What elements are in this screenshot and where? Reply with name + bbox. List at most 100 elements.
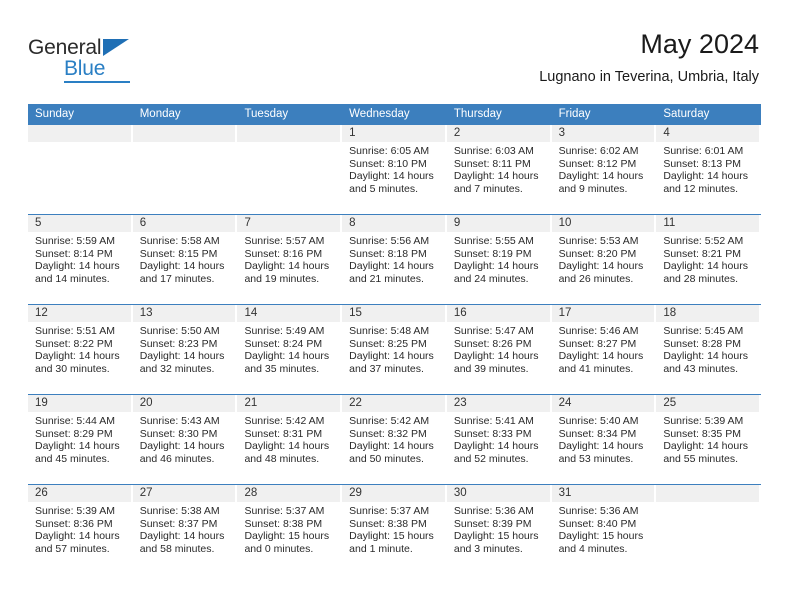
day-detail-line: Sunset: 8:23 PM — [139, 337, 218, 350]
day-detail-line: Daylight: 14 hours — [558, 440, 644, 453]
calendar-day-cell[interactable]: 3 Sunrise: 6:02 AM Sunset: 8:12 PM Daylight… — [551, 125, 657, 214]
calendar-day-cell[interactable]: 13 Sunrise: 5:50 AM Sunset: 8:23 PM Dayligh… — [132, 305, 238, 394]
day-detail-line: Daylight: 14 hours — [35, 440, 120, 453]
day-detail-line: Sunrise: 5:39 AM — [663, 415, 744, 427]
day-detail-lines: Sunrise: 6:03 AM Sunset: 8:11 PM Daylight:… — [447, 142, 550, 195]
day-detail-line: Sunset: 8:28 PM — [663, 337, 741, 350]
day-detail-line: Sunrise: 6:01 AM — [663, 145, 744, 157]
day-detail-line: Sunrise: 5:44 AM — [35, 415, 115, 427]
calendar-day-cell[interactable]: 10 Sunrise: 5:53 AM Sunset: 8:20 PM Dayligh… — [551, 215, 657, 304]
day-detail-lines: Sunrise: 5:40 AM Sunset: 8:34 PM Daylight:… — [552, 412, 655, 465]
calendar-day-cell[interactable]: 6 Sunrise: 5:58 AM Sunset: 8:15 PM Daylight… — [132, 215, 238, 304]
day-detail-lines: Sunrise: 6:05 AM Sunset: 8:10 PM Daylight:… — [342, 142, 445, 195]
day-detail-lines: Sunrise: 5:37 AM Sunset: 8:38 PM Daylight:… — [342, 502, 445, 555]
calendar-day-cell[interactable]: 31 Sunrise: 5:36 AM Sunset: 8:40 PM Dayligh… — [551, 485, 657, 574]
calendar-day-cell[interactable]: 21 Sunrise: 5:42 AM Sunset: 8:31 PM Dayligh… — [237, 395, 342, 484]
calendar-day-cell[interactable]: 9 Sunrise: 5:55 AM Sunset: 8:19 PM Daylight… — [446, 215, 552, 304]
day-detail-line: and 32 minutes. — [139, 362, 215, 375]
calendar-day-cell[interactable]: 4 Sunrise: 6:01 AM Sunset: 8:13 PM Daylight… — [656, 125, 761, 214]
calendar-day-cell[interactable]: 18 Sunrise: 5:45 AM Sunset: 8:28 PM Dayligh… — [656, 305, 761, 394]
day-detail-line: Sunrise: 5:41 AM — [453, 415, 534, 427]
day-number: 15 — [342, 305, 445, 322]
day-detail-line: Daylight: 15 hours — [453, 530, 539, 543]
calendar-day-cell[interactable]: 5 Sunrise: 5:59 AM Sunset: 8:14 PM Daylight… — [28, 215, 133, 304]
calendar-day-cell[interactable]: 17 Sunrise: 5:46 AM Sunset: 8:27 PM Dayligh… — [551, 305, 657, 394]
day-detail-line: Sunrise: 5:38 AM — [139, 505, 220, 517]
day-detail-lines: Sunrise: 5:42 AM Sunset: 8:31 PM Daylight:… — [237, 412, 340, 465]
day-number — [237, 125, 341, 142]
day-detail-line: and 46 minutes. — [139, 452, 215, 465]
calendar-week-row: 12 Sunrise: 5:51 AM Sunset: 8:22 PM Dayligh… — [28, 304, 761, 394]
calendar-day-cell[interactable]: 14 Sunrise: 5:49 AM Sunset: 8:24 PM Dayligh… — [237, 305, 342, 394]
day-detail-line: and 24 minutes. — [453, 272, 529, 285]
day-detail-line: Sunrise: 5:49 AM — [244, 325, 325, 337]
day-number: 14 — [237, 305, 341, 322]
day-detail-line: and 57 minutes. — [35, 542, 110, 555]
logo-underline — [64, 81, 130, 83]
calendar-day-cell[interactable]: 19 Sunrise: 5:44 AM Sunset: 8:29 PM Dayligh… — [28, 395, 133, 484]
day-detail-line: Sunrise: 5:57 AM — [244, 235, 325, 247]
day-number — [132, 125, 236, 142]
logo-text-blue: Blue — [64, 57, 106, 80]
day-detail-lines: Sunrise: 5:39 AM Sunset: 8:35 PM Daylight:… — [656, 412, 759, 465]
calendar-day-cell[interactable]: 26 Sunrise: 5:39 AM Sunset: 8:36 PM Dayligh… — [28, 485, 133, 574]
day-detail-lines: Sunrise: 5:51 AM Sunset: 8:22 PM Daylight:… — [28, 322, 131, 375]
calendar-day-cell[interactable]: 7 Sunrise: 5:57 AM Sunset: 8:16 PM Daylight… — [237, 215, 342, 304]
day-detail-line: Sunset: 8:30 PM — [139, 427, 218, 440]
weekday-header-wednesday: Wednesday — [349, 108, 410, 120]
calendar-day-cell[interactable]: 1 Sunrise: 6:05 AM Sunset: 8:10 PM Daylight… — [342, 125, 447, 214]
calendar-week-row: 5 Sunrise: 5:59 AM Sunset: 8:14 PM Daylight… — [28, 214, 761, 304]
calendar-cell-empty — [237, 125, 342, 214]
day-number: 28 — [237, 485, 341, 502]
day-detail-line: Sunset: 8:34 PM — [558, 427, 637, 440]
day-detail-line: Sunset: 8:36 PM — [35, 517, 113, 530]
day-detail-line: Daylight: 14 hours — [35, 260, 120, 273]
calendar-day-cell[interactable]: 23 Sunrise: 5:41 AM Sunset: 8:33 PM Dayligh… — [446, 395, 552, 484]
calendar-day-cell[interactable]: 27 Sunrise: 5:38 AM Sunset: 8:37 PM Dayligh… — [132, 485, 238, 574]
calendar-day-cell[interactable]: 20 Sunrise: 5:43 AM Sunset: 8:30 PM Dayligh… — [132, 395, 238, 484]
day-detail-line: Sunrise: 5:39 AM — [35, 505, 115, 517]
day-detail-line: and 5 minutes. — [349, 182, 419, 195]
day-detail-line: and 48 minutes. — [244, 452, 320, 465]
day-detail-line: Sunset: 8:35 PM — [663, 427, 741, 440]
day-detail-line: Sunset: 8:29 PM — [35, 427, 113, 440]
calendar-day-cell[interactable]: 24 Sunrise: 5:40 AM Sunset: 8:34 PM Dayligh… — [551, 395, 657, 484]
day-detail-line: Daylight: 14 hours — [244, 350, 330, 363]
calendar-day-cell[interactable]: 8 Sunrise: 5:56 AM Sunset: 8:18 PM Daylight… — [342, 215, 447, 304]
day-detail-line: Daylight: 14 hours — [663, 440, 748, 453]
day-detail-line: Sunrise: 5:40 AM — [558, 415, 639, 427]
calendar-day-cell[interactable]: 16 Sunrise: 5:47 AM Sunset: 8:26 PM Dayligh… — [446, 305, 552, 394]
weekday-header-saturday: Saturday — [663, 108, 710, 120]
day-detail-line: and 39 minutes. — [453, 362, 529, 375]
day-number: 3 — [551, 125, 655, 142]
calendar-day-cell[interactable]: 29 Sunrise: 5:37 AM Sunset: 8:38 PM Dayligh… — [342, 485, 447, 574]
day-detail-line: and 1 minute. — [349, 542, 413, 555]
day-detail-line: Sunset: 8:25 PM — [349, 337, 427, 350]
day-detail-line: Sunrise: 5:36 AM — [453, 505, 534, 517]
day-detail-line: Daylight: 14 hours — [35, 530, 120, 543]
calendar-day-cell[interactable]: 15 Sunrise: 5:48 AM Sunset: 8:25 PM Dayligh… — [342, 305, 447, 394]
calendar-cell-empty — [656, 485, 761, 574]
day-detail-line: Daylight: 14 hours — [558, 350, 644, 363]
day-detail-line: Daylight: 14 hours — [453, 170, 539, 183]
day-number: 26 — [28, 485, 131, 502]
day-detail-line: and 58 minutes. — [139, 542, 215, 555]
calendar-day-cell[interactable]: 11 Sunrise: 5:52 AM Sunset: 8:21 PM Dayligh… — [656, 215, 761, 304]
calendar-day-cell[interactable]: 22 Sunrise: 5:42 AM Sunset: 8:32 PM Dayligh… — [342, 395, 447, 484]
calendar-page: General Blue May 2024 Lugnano in Teverin… — [0, 0, 792, 612]
day-detail-lines: Sunrise: 6:01 AM Sunset: 8:13 PM Daylight:… — [656, 142, 759, 195]
calendar-day-cell[interactable]: 2 Sunrise: 6:03 AM Sunset: 8:11 PM Daylight… — [446, 125, 552, 214]
day-number: 8 — [342, 215, 445, 232]
calendar-day-cell[interactable]: 12 Sunrise: 5:51 AM Sunset: 8:22 PM Dayligh… — [28, 305, 133, 394]
calendar-day-cell[interactable]: 28 Sunrise: 5:37 AM Sunset: 8:38 PM Dayligh… — [237, 485, 342, 574]
day-number: 30 — [446, 485, 550, 502]
day-detail-lines: Sunrise: 5:49 AM Sunset: 8:24 PM Daylight:… — [237, 322, 340, 375]
calendar-day-cell[interactable]: 30 Sunrise: 5:36 AM Sunset: 8:39 PM Dayligh… — [446, 485, 552, 574]
day-detail-line: Sunset: 8:13 PM — [663, 157, 741, 170]
day-number: 7 — [237, 215, 341, 232]
calendar-day-cell[interactable]: 25 Sunrise: 5:39 AM Sunset: 8:35 PM Dayligh… — [656, 395, 761, 484]
day-detail-line: Sunrise: 5:56 AM — [349, 235, 430, 247]
day-detail-line: Sunrise: 5:47 AM — [453, 325, 534, 337]
day-detail-line: and 17 minutes. — [139, 272, 215, 285]
day-detail-line: Daylight: 14 hours — [139, 440, 225, 453]
